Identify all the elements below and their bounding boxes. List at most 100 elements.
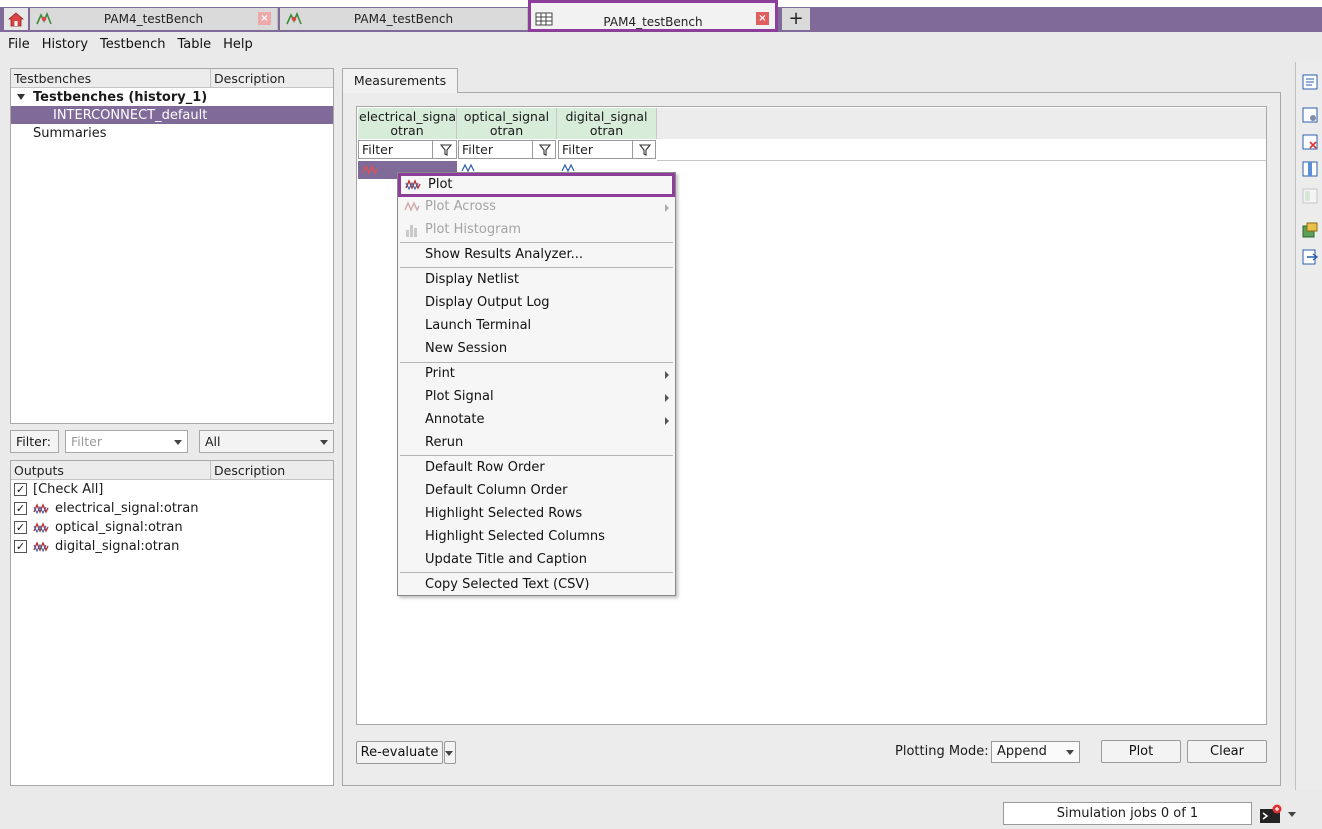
menu-testbench[interactable]: Testbench <box>94 37 171 52</box>
menu-item-rerun[interactable]: Rerun <box>398 432 675 454</box>
output-checkbox[interactable]: ✓ <box>14 521 27 534</box>
add-tab-button[interactable]: + <box>782 8 810 30</box>
filter-input[interactable]: Filter <box>65 430 188 453</box>
form-icon[interactable] <box>1302 74 1318 90</box>
home-button[interactable] <box>4 8 28 30</box>
column-header-electrical[interactable]: electrical_signa otran <box>358 108 457 139</box>
menu-item-copy-selected-text[interactable]: Copy Selected Text (CSV) <box>398 574 675 596</box>
menu-item-display-netlist[interactable]: Display Netlist <box>398 269 675 291</box>
check-all-row[interactable]: ✓ [Check All] <box>11 480 333 499</box>
tree-root-testbenches[interactable]: Testbenches (history_1) <box>11 88 333 106</box>
output-checkbox[interactable]: ✓ <box>14 502 27 515</box>
column-header-line2: otran <box>589 123 624 138</box>
menu-separator <box>400 572 673 573</box>
menu-item-plot-across[interactable]: Plot Across <box>398 196 675 218</box>
expand-arrow-icon[interactable] <box>17 94 25 100</box>
testbench-header: Testbenches Description <box>11 69 333 88</box>
waveform-icon <box>33 502 49 514</box>
menu-item-default-row-order[interactable]: Default Row Order <box>398 457 675 479</box>
menu-item-show-results-analyzer[interactable]: Show Results Analyzer... <box>398 244 675 266</box>
column-filter-input[interactable] <box>459 141 533 158</box>
menu-item-plot-signal[interactable]: Plot Signal <box>398 386 675 408</box>
column-header-line2: otran <box>390 123 424 138</box>
plotting-mode-select[interactable]: Append <box>991 741 1080 763</box>
terminal-icon[interactable] <box>1259 804 1283 824</box>
output-item-label: electrical_signal:otran <box>55 501 199 516</box>
column-filter-electrical[interactable] <box>358 140 457 159</box>
menu-item-display-output-log[interactable]: Display Output Log <box>398 292 675 314</box>
header-filler <box>657 108 1266 139</box>
chevron-down-icon[interactable] <box>1288 812 1296 817</box>
menu-item-print[interactable]: Print <box>398 363 675 385</box>
column-header-line2: otran <box>489 123 524 138</box>
menu-item-highlight-selected-rows[interactable]: Highlight Selected Rows <box>398 503 675 525</box>
output-item-label: digital_signal:otran <box>55 539 180 554</box>
menu-item-launch-terminal[interactable]: Launch Terminal <box>398 315 675 337</box>
funnel-icon[interactable] <box>539 144 551 156</box>
column-filter-input[interactable] <box>559 141 633 158</box>
output-item-optical[interactable]: ✓ optical_signal:otran <box>11 518 333 537</box>
tab-pam4-testbench-1[interactable]: PAM4_testBench × <box>30 8 278 30</box>
menu-item-new-session[interactable]: New Session <box>398 338 675 360</box>
column-filter-digital[interactable] <box>558 140 656 159</box>
column-filter-optical[interactable] <box>458 140 556 159</box>
waveform-icon <box>33 540 49 552</box>
tab-pam4-testbench-active[interactable]: PAM4_testBench × <box>528 0 778 32</box>
chevron-down-icon <box>1066 750 1074 755</box>
column-header-digital[interactable]: digital_signal otran <box>557 108 657 139</box>
delete-table-icon[interactable] <box>1302 134 1318 150</box>
reevaluate-dropdown[interactable] <box>444 741 456 764</box>
funnel-icon[interactable] <box>639 144 651 156</box>
scope-select[interactable]: All <box>199 430 334 453</box>
menu-table[interactable]: Table <box>172 37 218 52</box>
output-item-digital[interactable]: ✓ digital_signal:otran <box>11 537 333 556</box>
settings-table-icon[interactable] <box>1302 107 1318 123</box>
menu-item-annotate[interactable]: Annotate <box>398 409 675 431</box>
tree-item-summaries[interactable]: Summaries <box>11 124 333 142</box>
filter-button[interactable]: Filter: <box>10 430 59 453</box>
column-outputs[interactable]: Outputs <box>11 461 211 479</box>
import-icon[interactable] <box>1302 249 1318 265</box>
menu-file[interactable]: File <box>2 37 36 52</box>
right-toolbar <box>1295 62 1322 790</box>
menu-item-highlight-selected-columns[interactable]: Highlight Selected Columns <box>398 526 675 548</box>
submenu-arrow-icon <box>665 417 669 425</box>
column-header-optical[interactable]: optical_signal otran <box>457 108 557 139</box>
column-filter-input[interactable] <box>359 141 433 158</box>
check-all-checkbox[interactable]: ✓ <box>14 483 27 496</box>
menu-separator <box>400 267 673 268</box>
menu-history[interactable]: History <box>36 37 94 52</box>
chevron-down-icon[interactable] <box>174 440 182 445</box>
columns-icon[interactable] <box>1302 161 1318 177</box>
menu-item-plot-histogram[interactable]: Plot Histogram <box>398 219 675 241</box>
waveform-icon[interactable] <box>362 163 378 177</box>
menu-separator <box>400 242 673 243</box>
header-divider <box>657 160 1266 161</box>
menu-item-default-column-order[interactable]: Default Column Order <box>398 480 675 502</box>
export-icon[interactable] <box>1302 222 1318 238</box>
menu-bar: File History Testbench Table Help <box>0 32 1322 56</box>
tab-close-button[interactable]: × <box>756 12 769 25</box>
column-description[interactable]: Description <box>211 69 333 87</box>
output-checkbox[interactable]: ✓ <box>14 540 27 553</box>
clear-button[interactable]: Clear <box>1187 740 1267 763</box>
tab-measurements[interactable]: Measurements <box>342 68 458 93</box>
tree-item-label: INTERCONNECT_default <box>53 107 208 123</box>
tree-item-interconnect-default[interactable]: INTERCONNECT_default <box>11 106 333 124</box>
plot-button[interactable]: Plot <box>1101 740 1181 763</box>
column-testbenches[interactable]: Testbenches <box>11 69 211 87</box>
menu-help[interactable]: Help <box>217 37 259 52</box>
funnel-icon[interactable] <box>440 144 452 156</box>
column-description[interactable]: Description <box>211 461 333 479</box>
tab-pam4-testbench-2[interactable]: PAM4_testBench <box>280 8 528 30</box>
menu-item-update-title-caption[interactable]: Update Title and Caption <box>398 549 675 571</box>
output-item-electrical[interactable]: ✓ electrical_signal:otran <box>11 499 333 518</box>
menu-separator <box>400 455 673 456</box>
testbench-panel: Testbenches Description Testbenches (his… <box>10 68 334 424</box>
menu-item-label: Plot Signal <box>425 389 494 404</box>
reevaluate-button[interactable]: Re-evaluate <box>356 741 443 764</box>
check-all-label: [Check All] <box>33 482 104 497</box>
tab-close-button[interactable]: × <box>258 12 271 25</box>
menu-item-plot[interactable]: Plot <box>398 173 675 197</box>
plotting-mode-value: Append <box>997 744 1047 759</box>
